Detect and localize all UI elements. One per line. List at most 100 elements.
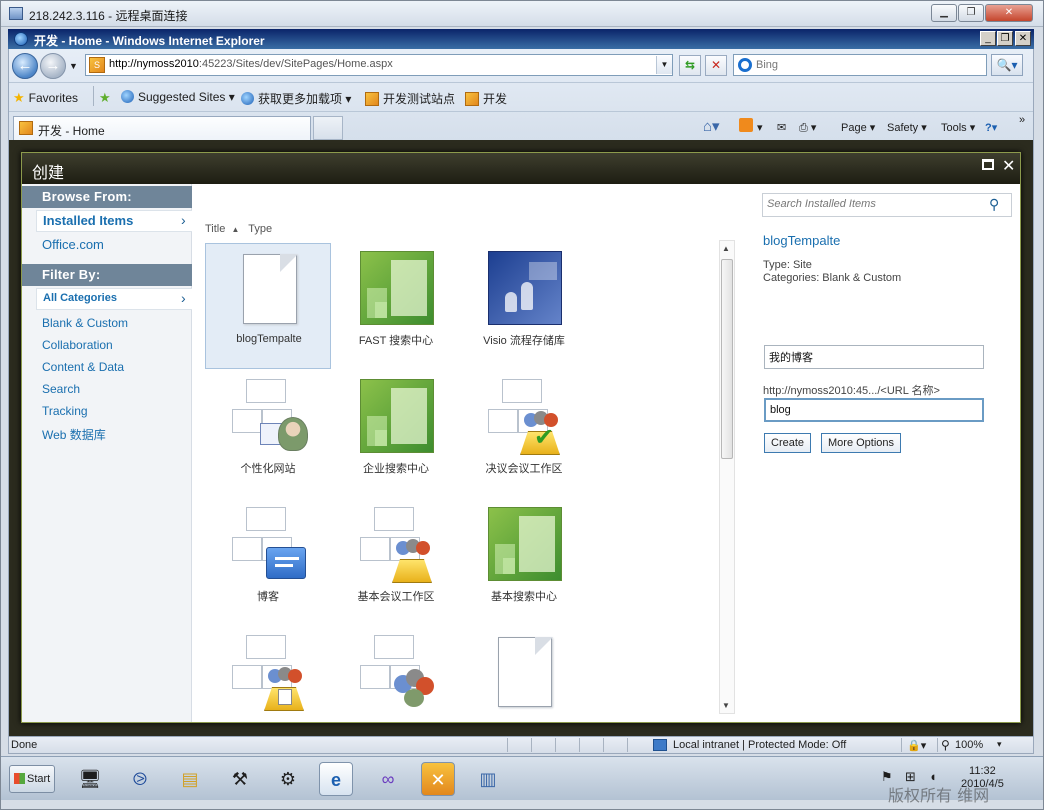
filter-tracking[interactable]: Tracking — [42, 404, 88, 418]
stop-icon[interactable]: ✕ — [705, 55, 727, 76]
back-button[interactable]: ← — [12, 53, 38, 79]
search-icon[interactable]: ⚲ — [989, 196, 999, 213]
sort-title[interactable]: Title — [205, 223, 225, 235]
filter-web-database[interactable]: Web 数据库 — [42, 426, 106, 443]
favorites-button[interactable]: ★ Favorites — [13, 90, 78, 106]
add-favorite-icon[interactable]: ★ — [99, 90, 115, 106]
more-options-button[interactable]: More Options — [821, 433, 902, 453]
tools-icon[interactable]: ⚒ — [223, 762, 257, 796]
create-button[interactable]: Create — [764, 433, 812, 453]
template-tile[interactable]: 企业搜索中心 — [333, 371, 459, 497]
browse-office-com[interactable]: Office.com — [42, 237, 104, 252]
ie-page-icon — [121, 90, 134, 103]
get-addons-link[interactable]: 获取更多加载项 ▾ — [241, 90, 351, 107]
mail-icon[interactable]: ✉ — [777, 121, 786, 134]
restore-button[interactable]: ❐ — [958, 4, 984, 22]
filter-search[interactable]: Search — [42, 382, 80, 396]
all-categories-label: All Categories — [43, 292, 117, 304]
template-tile[interactable]: blogTempalte — [205, 243, 331, 369]
title-input[interactable] — [764, 345, 984, 369]
basic-search-icon — [488, 507, 562, 581]
address-bar[interactable]: S http://nymoss2010:45223/Sites/dev/Site… — [85, 54, 673, 76]
chevron-right-icon: › — [181, 212, 186, 228]
explorer-folder-icon[interactable]: ▤ — [173, 762, 207, 796]
template-tile[interactable]: Visio 流程存储库 — [461, 243, 587, 369]
template-tile[interactable]: ✔ 决议会议工作区 — [461, 371, 587, 497]
maximize-icon[interactable] — [982, 159, 994, 170]
basic-meeting-icon — [360, 507, 434, 583]
feed-dropdown-icon[interactable]: ▾ — [757, 121, 763, 134]
print-icon[interactable]: ⎙ ▾ — [799, 121, 816, 135]
suggested-sites-link[interactable]: Suggested Sites ▾ — [121, 90, 235, 104]
installed-items-search[interactable]: Search Installed Items ⚲ — [762, 193, 1012, 217]
minimize-button[interactable]: ▁ — [931, 4, 957, 22]
create-dialog: 创建 ✕ Browse From: Installed Items › Offi… — [21, 152, 1021, 723]
ie-close-button[interactable]: ✕ — [1015, 31, 1031, 46]
security-settings-icon[interactable]: 🔒▾ — [907, 739, 926, 752]
forward-button[interactable]: → — [40, 53, 66, 79]
template-tile[interactable]: 基本会议工作区 — [333, 499, 459, 625]
template-tile[interactable]: 个性化网站 — [205, 371, 331, 497]
filter-blank-custom[interactable]: Blank & Custom — [42, 316, 128, 330]
address-dropdown-icon[interactable]: ▼ — [656, 56, 672, 74]
template-tile[interactable]: FAST 搜索中心 — [333, 243, 459, 369]
powershell-icon[interactable]: ⧁ — [123, 762, 157, 796]
vertical-scrollbar[interactable]: ▲ ▼ — [719, 240, 735, 714]
template-tile[interactable] — [333, 627, 459, 723]
history-dropdown-icon[interactable]: ▼ — [69, 61, 78, 71]
template-tile[interactable] — [461, 627, 587, 723]
settings-gear-icon[interactable]: ⚙ — [271, 762, 305, 796]
sort-type[interactable]: Type — [248, 223, 272, 235]
search-box[interactable]: Bing — [733, 54, 987, 76]
close-icon[interactable]: ✕ — [1002, 156, 1015, 176]
new-tab-button[interactable] — [313, 116, 343, 140]
start-button[interactable]: Start — [9, 765, 55, 793]
dev-test-site-link[interactable]: 开发测试站点 — [365, 90, 455, 107]
scroll-up-icon[interactable]: ▲ — [722, 244, 730, 253]
url-name-input[interactable] — [764, 398, 984, 422]
zoom-dropdown-icon[interactable]: ▾ — [997, 739, 1002, 750]
zoom-level[interactable]: 100% — [955, 739, 983, 751]
address-url[interactable]: http://nymoss2010:45223/Sites/dev/SitePa… — [109, 58, 393, 70]
page-menu[interactable]: Page ▾ — [841, 121, 875, 134]
chevron-right-icon[interactable]: » — [1019, 114, 1025, 126]
template-tile[interactable]: 基本搜索中心 — [461, 499, 587, 625]
template-label: 基本会议工作区 — [357, 591, 435, 603]
home-icon[interactable]: ⌂▾ — [703, 117, 720, 135]
sharepoint-designer-icon[interactable]: ✕ — [421, 762, 455, 796]
internet-explorer-icon[interactable]: e — [319, 762, 353, 796]
scroll-down-icon[interactable]: ▼ — [722, 701, 730, 710]
help-icon[interactable]: ?▾ — [985, 121, 997, 134]
tab-title: 开发 - Home — [38, 124, 105, 138]
status-divider — [901, 738, 902, 752]
ie-minimize-button[interactable]: _ — [980, 31, 996, 46]
ie-restore-button[interactable]: ❐ — [997, 31, 1013, 46]
tools-menu[interactable]: Tools ▾ — [941, 121, 975, 134]
filter-all-categories[interactable]: All Categories › — [36, 288, 192, 310]
template-label: 博客 — [257, 591, 279, 603]
filter-collaboration[interactable]: Collaboration — [42, 338, 113, 352]
browse-installed-items[interactable]: Installed Items › — [36, 210, 192, 232]
detail-type: Type: Site — [763, 259, 812, 271]
network-icon[interactable]: ▥ — [471, 762, 505, 796]
rss-feed-icon[interactable] — [739, 118, 753, 132]
zoom-icon[interactable]: ⚲ — [941, 738, 950, 752]
search-go-button[interactable]: 🔍▾ — [991, 54, 1023, 76]
template-tile[interactable]: 博客 — [205, 499, 331, 625]
security-zone[interactable]: Local intranet | Protected Mode: Off — [673, 739, 846, 751]
scroll-thumb[interactable] — [721, 259, 733, 459]
close-button[interactable]: ✕ — [985, 4, 1033, 22]
decision-meeting-icon: ✔ — [488, 379, 562, 455]
search-placeholder: Search Installed Items — [767, 198, 876, 210]
url-prefix: http://nymoss2010:45.../<URL 名称> — [763, 385, 940, 397]
filter-content-data[interactable]: Content & Data — [42, 360, 124, 374]
template-tile[interactable] — [205, 627, 331, 723]
people-group-icon — [360, 635, 434, 709]
server-manager-icon[interactable]: 🖥 — [73, 762, 107, 796]
refresh-icon[interactable]: ⇆ — [679, 55, 701, 76]
safety-menu[interactable]: Safety ▾ — [887, 121, 927, 134]
dev-link[interactable]: 开发 — [465, 90, 507, 107]
tab-home[interactable]: 开发 - Home — [13, 116, 311, 140]
template-label: FAST 搜索中心 — [358, 335, 434, 347]
visual-studio-icon[interactable]: ∞ — [371, 762, 405, 796]
